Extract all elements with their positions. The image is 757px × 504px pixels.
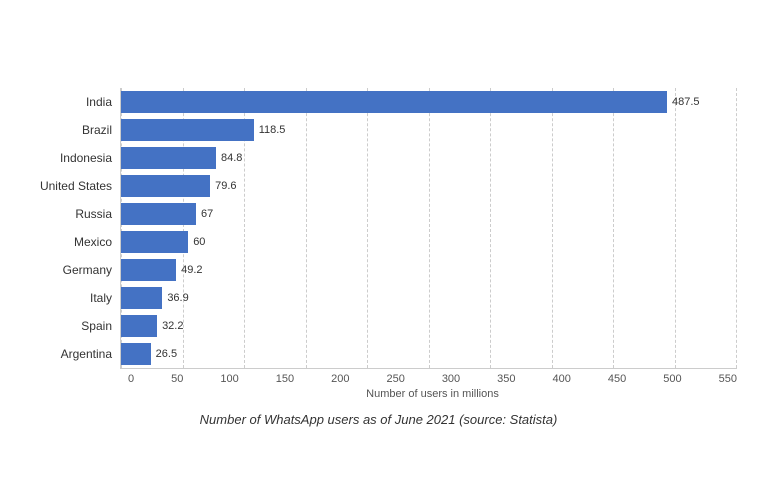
- bars-area: 487.5 118.5 84.8 79.6 67 60 49.2 36.9 32.2 26.5: [120, 88, 737, 369]
- bar: [121, 259, 176, 281]
- bar-row: 118.5: [121, 116, 737, 144]
- bar-value-label: 36.9: [167, 292, 188, 304]
- bar: [121, 315, 157, 337]
- y-axis-label: Germany: [63, 264, 112, 276]
- chart-caption: Number of WhatsApp users as of June 2021…: [20, 412, 737, 427]
- y-axis-label: Russia: [75, 208, 112, 220]
- y-axis-label: Brazil: [82, 124, 112, 136]
- bar-row: 49.2: [121, 256, 737, 284]
- bar-value-label: 67: [201, 208, 213, 220]
- y-axis-label: Argentina: [61, 348, 112, 360]
- bar-value-label: 84.8: [221, 152, 242, 164]
- x-tick: 550: [719, 373, 737, 385]
- x-tick: 250: [386, 373, 404, 385]
- y-axis-label: Italy: [90, 292, 112, 304]
- y-axis-label: India: [86, 96, 112, 108]
- bar-row: 84.8: [121, 144, 737, 172]
- bar-row: 487.5: [121, 88, 737, 116]
- x-tick: 300: [442, 373, 460, 385]
- bar: [121, 119, 254, 141]
- bar-row: 26.5: [121, 340, 737, 368]
- chart-container: India Brazil Indonesia United States Russia M…: [20, 88, 737, 427]
- bar-value-label: 79.6: [215, 180, 236, 192]
- bar-value-label: 118.5: [259, 124, 286, 136]
- x-axis-title: Number of users in millions: [128, 388, 737, 400]
- y-axis-label: Spain: [81, 320, 112, 332]
- bar: [121, 91, 667, 113]
- bar: [121, 175, 210, 197]
- bar-row: 32.2: [121, 312, 737, 340]
- y-axis-labels: India Brazil Indonesia United States Russia M…: [20, 88, 120, 369]
- bar-value-label: 487.5: [672, 96, 700, 108]
- bar-value-label: 49.2: [181, 264, 202, 276]
- bar-row: 67: [121, 200, 737, 228]
- x-tick: 400: [553, 373, 571, 385]
- y-axis-label: Mexico: [74, 236, 112, 248]
- bar-row: 36.9: [121, 284, 737, 312]
- bar-value-label: 60: [193, 236, 205, 248]
- x-tick: 200: [331, 373, 349, 385]
- bar-row: 60: [121, 228, 737, 256]
- x-tick: 150: [276, 373, 294, 385]
- bar-row: 79.6: [121, 172, 737, 200]
- bar-value-label: 26.5: [156, 348, 177, 360]
- y-axis-label: Indonesia: [60, 152, 112, 164]
- x-tick: 100: [220, 373, 238, 385]
- bar-value-label: 32.2: [162, 320, 183, 332]
- x-tick: 350: [497, 373, 515, 385]
- x-tick: 50: [171, 373, 183, 385]
- y-axis-label: United States: [40, 180, 112, 192]
- x-tick: 0: [128, 373, 134, 385]
- x-tick: 500: [663, 373, 681, 385]
- bar: [121, 287, 162, 309]
- x-tick: 450: [608, 373, 626, 385]
- bar: [121, 231, 188, 253]
- bar: [121, 147, 216, 169]
- x-axis: 0 50 100 150 200 250 300 350 400 450 500 550: [128, 369, 737, 385]
- bar: [121, 343, 151, 365]
- bar: [121, 203, 196, 225]
- chart-area: India Brazil Indonesia United States Russia M…: [20, 88, 737, 369]
